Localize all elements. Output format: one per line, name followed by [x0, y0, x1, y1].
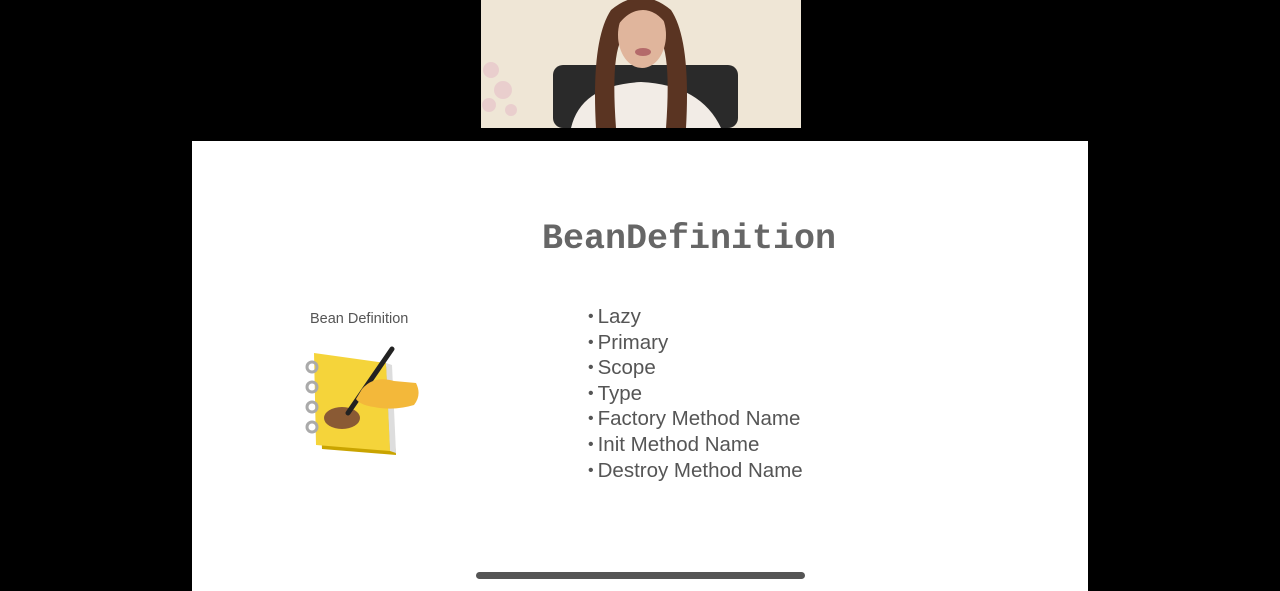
presentation-slide: BeanDefinition Bean Definition Lazy Prim…	[192, 141, 1088, 591]
webcam-video[interactable]	[481, 0, 801, 128]
home-indicator-bar[interactable]	[476, 572, 805, 579]
person-video-icon	[481, 0, 801, 128]
notebook-bean-icon	[305, 346, 419, 455]
bullet-item: Lazy	[588, 304, 803, 330]
bullet-item: Destroy Method Name	[588, 458, 803, 484]
bullet-item: Primary	[588, 330, 803, 356]
image-caption: Bean Definition	[310, 311, 409, 327]
bullet-item: Scope	[588, 355, 803, 381]
bullet-item: Type	[588, 381, 803, 407]
slide-title: BeanDefinition	[541, 219, 837, 259]
property-list: Lazy Primary Scope Type Factory Method N…	[588, 304, 803, 483]
bullet-item: Factory Method Name	[588, 406, 803, 432]
bullet-item: Init Method Name	[588, 432, 803, 458]
